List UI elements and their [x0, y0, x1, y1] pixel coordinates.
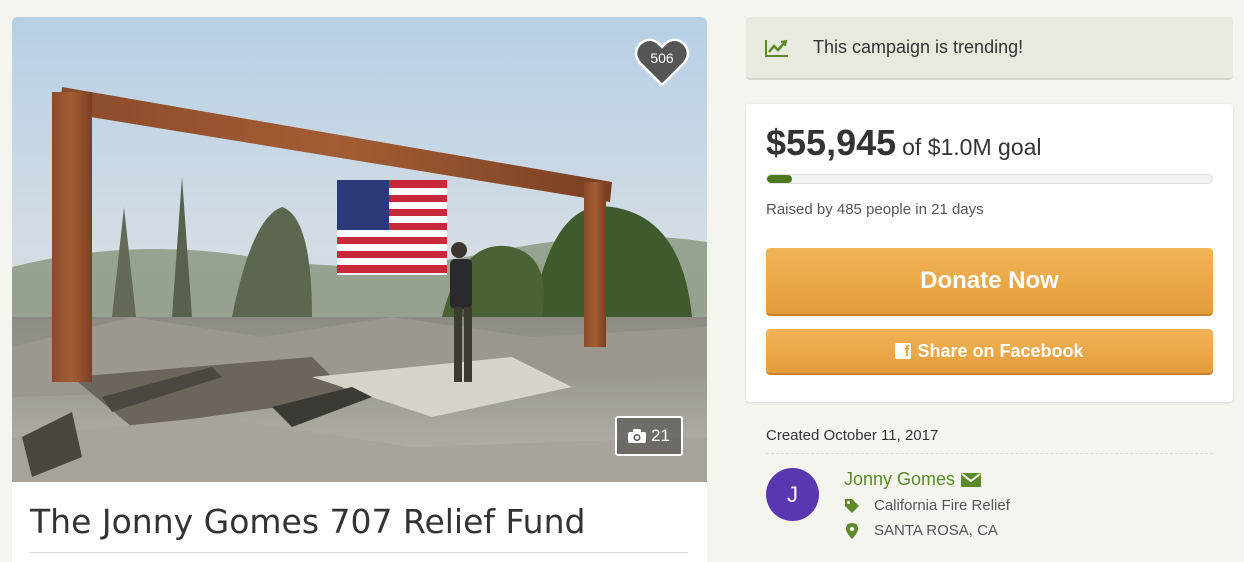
- donate-now-label: Donate Now: [920, 267, 1059, 294]
- campaign-photo-image: [12, 17, 707, 482]
- raised-by-text: Raised by 485 people in 21 days: [766, 201, 984, 218]
- donate-now-button[interactable]: Donate Now: [766, 248, 1213, 316]
- avatar-letter: J: [787, 481, 798, 507]
- location-label: SANTA ROSA, CA: [874, 522, 998, 539]
- organizer-name: Jonny Gomes: [844, 469, 956, 489]
- mail-icon[interactable]: [961, 472, 982, 487]
- progress-bar: [766, 174, 1213, 184]
- campaign-media-card: 506 21 The Jonny Gomes 707 Relief Fund: [12, 17, 707, 562]
- divider: [766, 453, 1213, 454]
- facebook-icon: f: [895, 343, 912, 359]
- created-date: Created October 11, 2017: [766, 427, 939, 444]
- tag-icon: [845, 498, 859, 513]
- share-facebook-button[interactable]: f Share on Facebook: [766, 329, 1213, 375]
- trending-text: This campaign is trending!: [813, 37, 1024, 57]
- raised-amount: $55,945: [766, 122, 897, 163]
- category-label: California Fire Relief: [874, 497, 1010, 514]
- camera-icon: [628, 429, 647, 443]
- divider: [30, 552, 688, 553]
- progress-fill: [767, 175, 792, 183]
- heart-count: 506: [650, 50, 674, 66]
- campaign-photo[interactable]: 506 21: [12, 17, 707, 482]
- photo-count-label: 21: [651, 426, 670, 445]
- location-row: SANTA ROSA, CA: [844, 522, 998, 539]
- favorite-heart[interactable]: 506: [634, 37, 690, 87]
- trending-banner: This campaign is trending!: [746, 17, 1233, 80]
- goal-text: of $1.0M goal: [902, 134, 1042, 160]
- trending-chart-icon: [765, 39, 788, 57]
- raised-summary: $55,945 of $1.0M goal: [766, 122, 1042, 164]
- photo-gallery-button[interactable]: 21: [615, 416, 683, 456]
- share-facebook-label: Share on Facebook: [917, 340, 1084, 361]
- campaign-title: The Jonny Gomes 707 Relief Fund: [30, 502, 586, 541]
- map-pin-icon: [846, 522, 858, 539]
- category-row[interactable]: California Fire Relief: [844, 497, 1010, 514]
- funding-card: $55,945 of $1.0M goal Raised by 485 peop…: [746, 104, 1233, 402]
- organizer-link[interactable]: Jonny Gomes: [844, 469, 982, 490]
- avatar[interactable]: J: [766, 468, 819, 521]
